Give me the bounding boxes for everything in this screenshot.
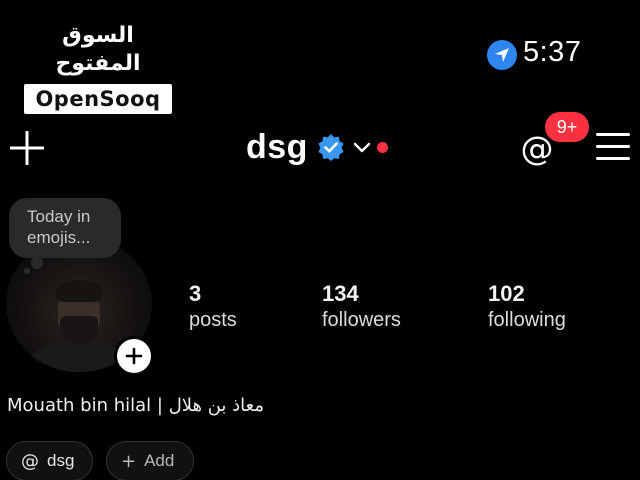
unread-dot — [376, 141, 388, 153]
threads-chip-label: dsg — [47, 451, 75, 470]
create-plus-icon[interactable] — [9, 130, 45, 166]
note-line-1: Today in — [27, 207, 91, 226]
note-bubble-tail-small — [24, 268, 30, 274]
opensooq-watermark: السوق المفتوح OpenSooq — [24, 22, 172, 114]
notification-badge: 9+ — [545, 112, 589, 142]
followers-count: 134 — [322, 281, 359, 306]
following-label: following — [488, 309, 566, 331]
posts-label: posts — [189, 309, 237, 331]
plus-icon: + — [121, 450, 137, 472]
status-time: 5:37 — [523, 36, 582, 68]
profile-display-name: Mouath bin hilal | معاذ بن هلال — [7, 395, 264, 416]
location-arrow-icon — [487, 40, 517, 70]
verified-badge-icon — [317, 133, 345, 161]
hamburger-menu-icon[interactable] — [596, 133, 630, 163]
posts-count: 3 — [189, 281, 202, 306]
watermark-arabic-text: السوق المفتوح — [55, 23, 141, 76]
stat-followers[interactable]: 134 followers — [322, 281, 401, 333]
chevron-down-icon[interactable] — [353, 138, 371, 156]
account-switcher[interactable]: dsg — [246, 124, 388, 170]
note-line-2: emojis... — [27, 228, 91, 247]
threads-icon: @ — [21, 450, 39, 472]
following-count: 102 — [488, 281, 525, 306]
stat-posts[interactable]: 3 posts — [189, 281, 237, 333]
followers-label: followers — [322, 309, 401, 331]
add-chip-label: Add — [144, 451, 175, 470]
watermark-latin-text: OpenSooq — [24, 84, 172, 114]
threads-profile-chip[interactable]: @ dsg — [6, 441, 93, 480]
stat-following[interactable]: 102 following — [488, 281, 566, 333]
add-story-button[interactable] — [114, 336, 154, 376]
note-bubble[interactable]: Today in emojis... — [9, 198, 121, 258]
add-link-chip[interactable]: + Add — [106, 441, 194, 480]
note-bubble-tail — [31, 257, 43, 269]
profile-username: dsg — [246, 127, 308, 166]
